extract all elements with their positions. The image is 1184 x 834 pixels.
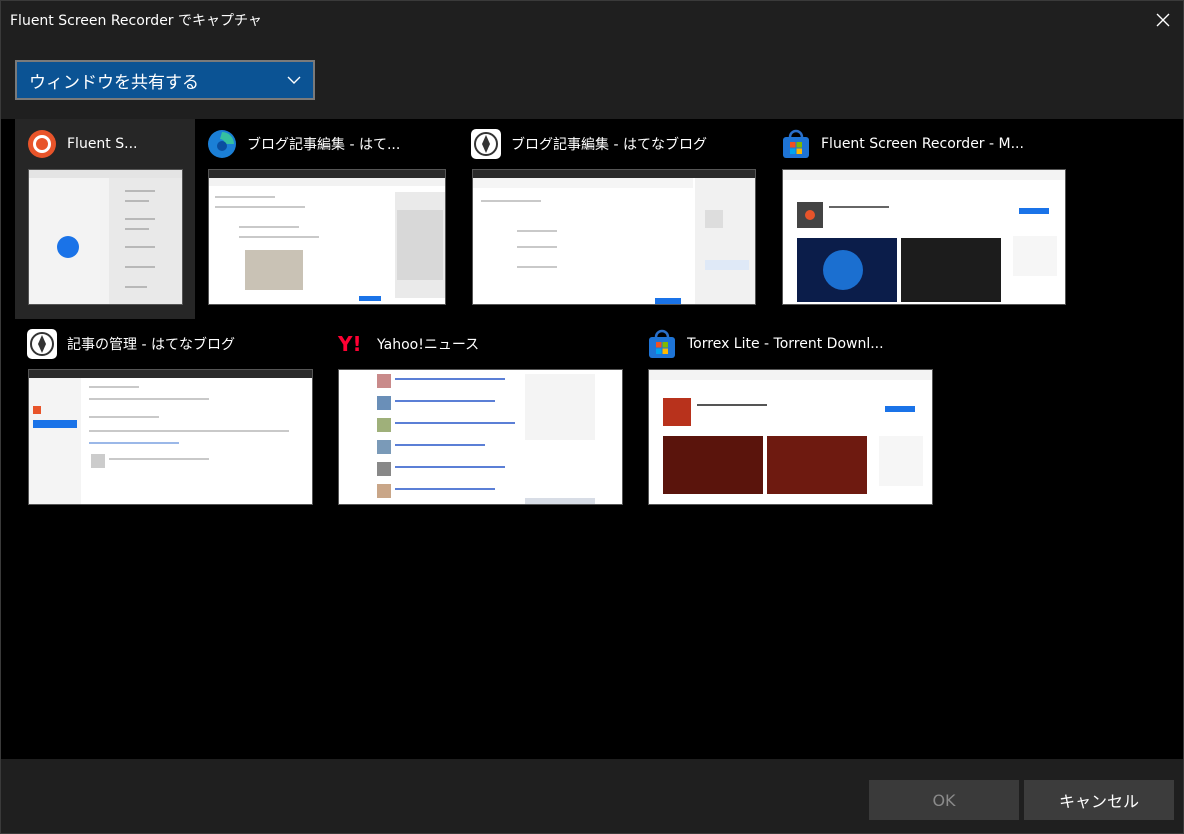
dialog-title: Fluent Screen Recorder でキャプチャ (10, 13, 262, 29)
window-title: Yahoo!ニュース (377, 337, 480, 353)
hatena-blog-icon (27, 329, 57, 359)
window-tile-fluent-recorder[interactable]: Fluent S... (15, 119, 195, 319)
edge-icon (207, 129, 237, 159)
window-tile-edge-blog-edit[interactable]: ブログ記事編集 - はて... (195, 119, 457, 319)
share-source-dropdown[interactable]: ウィンドウを共有する (15, 60, 315, 100)
microsoft-store-icon (647, 329, 677, 359)
window-tile-store-torrex[interactable]: Torrex Lite - Torrent Downl... (635, 319, 935, 519)
fluent-recorder-icon (27, 129, 57, 159)
window-list: Fluent S... ブログ記事編集 - はて... ブログ記事編集 - はて… (1, 119, 1183, 759)
close-icon (1156, 13, 1170, 27)
title-bar: Fluent Screen Recorder でキャプチャ (1, 1, 1183, 39)
yahoo-icon: Y! (337, 329, 367, 359)
source-selector-area: ウィンドウを共有する (1, 39, 1183, 119)
dropdown-selected-value: ウィンドウを共有する (29, 72, 199, 93)
close-button[interactable] (1143, 1, 1183, 39)
window-title: ブログ記事編集 - はてなブログ (511, 137, 707, 153)
window-title: Fluent Screen Recorder - M... (821, 136, 1024, 152)
window-title: Fluent S... (67, 136, 138, 152)
window-title: 記事の管理 - はてなブログ (67, 337, 235, 353)
window-thumbnail (782, 169, 1066, 305)
window-thumbnail (28, 369, 313, 505)
microsoft-store-icon (781, 129, 811, 159)
capture-dialog: Fluent Screen Recorder でキャプチャ ウィンドウを共有する… (0, 0, 1184, 834)
dialog-footer: OK キャンセル (1, 759, 1183, 833)
cancel-button[interactable]: キャンセル (1024, 780, 1174, 820)
window-title: ブログ記事編集 - はて... (247, 137, 401, 153)
window-tile-hatena-article-manage[interactable]: 記事の管理 - はてなブログ (15, 319, 315, 519)
window-title: Torrex Lite - Torrent Downl... (687, 336, 884, 352)
window-thumbnail (472, 169, 756, 305)
chevron-down-icon (287, 76, 301, 84)
window-tile-yahoo-news[interactable]: Y! Yahoo!ニュース (325, 319, 625, 519)
hatena-blog-icon (471, 129, 501, 159)
window-tile-hatena-blog-edit[interactable]: ブログ記事編集 - はてなブログ (459, 119, 757, 319)
window-thumbnail (28, 169, 183, 305)
window-thumbnail (338, 369, 623, 505)
window-thumbnail (648, 369, 933, 505)
svg-text:Y!: Y! (337, 332, 362, 356)
ok-button[interactable]: OK (869, 780, 1019, 820)
window-tile-store-fluent[interactable]: Fluent Screen Recorder - M... (769, 119, 1069, 319)
window-thumbnail (208, 169, 446, 305)
